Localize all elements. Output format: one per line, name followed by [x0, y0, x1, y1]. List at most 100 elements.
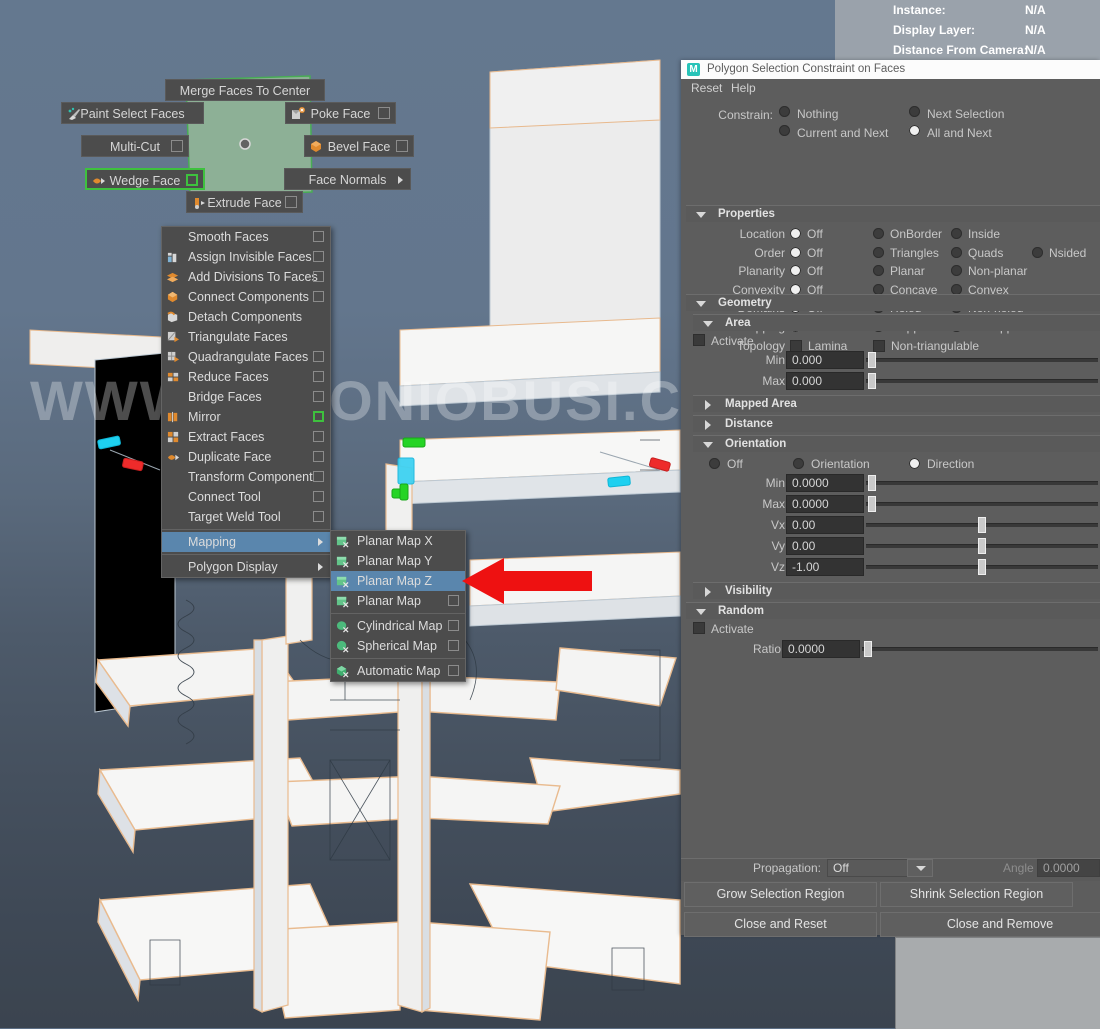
menu-item-reduce-faces[interactable]: Reduce Faces — [162, 367, 330, 387]
dialog-menu-reset[interactable]: Reset — [691, 79, 722, 98]
menu-item-mapping[interactable]: Mapping — [162, 532, 330, 552]
property-radio-onborder[interactable] — [873, 228, 884, 239]
section-properties[interactable]: Properties — [686, 205, 1100, 222]
property-radio-inside[interactable] — [951, 228, 962, 239]
dialog-button-grow-selection-region[interactable]: Grow Selection Region — [684, 882, 877, 907]
marking-menu-item-wedge-face[interactable]: Wedge Face — [85, 168, 205, 190]
slider-knob[interactable] — [864, 641, 873, 657]
menu-item-assign-invisible-faces[interactable]: Assign Invisible Faces — [162, 247, 330, 267]
chevron-down-icon[interactable] — [696, 609, 706, 615]
area-slider-max[interactable] — [866, 372, 1098, 390]
chevron-right-icon[interactable] — [705, 587, 711, 597]
slider-knob[interactable] — [868, 352, 877, 368]
mapping-submenu[interactable]: Planar Map X Planar Map Y Planar Map Z Plan… — [330, 530, 466, 682]
property-radio-planar[interactable] — [873, 265, 884, 277]
option-box-icon[interactable] — [448, 620, 459, 631]
menu-item-quadrangulate-faces[interactable]: Quadrangulate Faces — [162, 347, 330, 367]
marking-menu-item-paint-select-faces[interactable]: Paint Select Faces — [61, 102, 204, 124]
propagation-dropdown[interactable]: Off — [827, 859, 933, 877]
menu-item-duplicate-face[interactable]: Duplicate Face — [162, 447, 330, 467]
orientation-field-vx[interactable]: 0.00 — [786, 516, 864, 534]
dialog-menubar[interactable]: Reset Help — [681, 79, 1100, 98]
orientation-field-min[interactable]: 0.0000 — [786, 474, 864, 492]
option-box-icon[interactable] — [313, 471, 324, 482]
menu-item-target-weld-tool[interactable]: Target Weld Tool — [162, 507, 330, 527]
property-radio-off[interactable] — [790, 228, 801, 239]
section-geometry[interactable]: Geometry — [686, 294, 1100, 311]
orientation-field-max[interactable]: 0.0000 — [786, 495, 864, 513]
option-box-icon[interactable] — [313, 491, 324, 502]
orientation-radio-direction[interactable] — [909, 458, 920, 469]
constrain-radio-current-and-next[interactable] — [779, 125, 790, 136]
area-field-min[interactable]: 0.000 — [786, 351, 864, 369]
menu-item-mirror[interactable]: Mirror — [162, 407, 330, 427]
dialog-button-close-and-reset[interactable]: Close and Reset — [684, 912, 877, 937]
constrain-radio-next-selection[interactable] — [909, 106, 920, 117]
slider-knob[interactable] — [978, 517, 986, 533]
marking-menu-item-poke-face[interactable]: Poke Face — [285, 102, 396, 124]
option-box-icon[interactable] — [313, 411, 324, 422]
option-box-icon[interactable] — [313, 511, 324, 522]
menu-item-connect-components[interactable]: Connect Components — [162, 287, 330, 307]
submenu-item-planar-map-z[interactable]: Planar Map Z — [331, 571, 465, 591]
dialog-button-shrink-selection-region[interactable]: Shrink Selection Region — [880, 882, 1073, 907]
topology-checkbox-non-triangulable[interactable] — [873, 339, 885, 352]
orientation-slider-max[interactable] — [866, 495, 1098, 513]
orientation-slider-vz[interactable] — [866, 558, 1098, 576]
menu-item-extract-faces[interactable]: Extract Faces — [162, 427, 330, 447]
menu-item-transform-component[interactable]: Transform Component — [162, 467, 330, 487]
constrain-radio-all-and-next[interactable] — [909, 125, 920, 136]
submenu-item-planar-map-x[interactable]: Planar Map X — [331, 531, 465, 551]
dialog-button-close-and-remove[interactable]: Close and Remove — [880, 912, 1100, 937]
submenu-item-automatic-map[interactable]: Automatic Map — [331, 661, 465, 681]
option-box-icon[interactable] — [186, 174, 198, 186]
property-radio-non-planar[interactable] — [951, 265, 962, 277]
chevron-down-icon[interactable] — [696, 212, 706, 218]
orientation-slider-vx[interactable] — [866, 516, 1098, 534]
option-box-icon[interactable] — [285, 196, 297, 208]
menu-item-detach-components[interactable]: Detach Components — [162, 307, 330, 327]
slider-knob[interactable] — [978, 559, 986, 575]
property-radio-quads[interactable] — [951, 246, 962, 258]
chevron-down-icon[interactable] — [703, 321, 713, 327]
option-box-icon[interactable] — [313, 351, 324, 362]
menu-item-connect-tool[interactable]: Connect Tool — [162, 487, 330, 507]
orientation-field-vy[interactable]: 0.00 — [786, 537, 864, 555]
chevron-right-icon[interactable] — [705, 400, 711, 410]
chevron-down-icon[interactable] — [696, 301, 706, 307]
section-visibility[interactable]: Visibility — [693, 582, 1100, 599]
chevron-right-icon[interactable] — [705, 420, 711, 430]
option-box-icon[interactable] — [171, 140, 183, 152]
slider-knob[interactable] — [978, 538, 986, 554]
option-box-icon[interactable] — [448, 640, 459, 651]
marking-menu-item-face-normals[interactable]: Face Normals — [284, 168, 411, 190]
submenu-item-spherical-map[interactable]: Spherical Map — [331, 636, 465, 656]
section-orientation[interactable]: Orientation — [693, 435, 1100, 452]
orientation-radio-off[interactable] — [709, 458, 720, 469]
random-slider-ratio[interactable] — [862, 640, 1098, 658]
option-box-icon[interactable] — [378, 107, 390, 119]
area-field-max[interactable]: 0.000 — [786, 372, 864, 390]
option-box-icon[interactable] — [313, 451, 324, 462]
option-box-icon[interactable] — [396, 140, 408, 152]
section-mapped-area[interactable]: Mapped Area — [693, 395, 1100, 412]
property-radio-off[interactable] — [790, 265, 801, 277]
option-box-icon[interactable] — [313, 291, 324, 302]
orientation-slider-vy[interactable] — [866, 537, 1098, 555]
menu-item-triangulate-faces[interactable]: Triangulate Faces — [162, 327, 330, 347]
option-box-icon[interactable] — [313, 371, 324, 382]
area-activate-checkbox[interactable] — [693, 334, 705, 346]
slider-knob[interactable] — [868, 373, 877, 389]
orientation-slider-min[interactable] — [866, 474, 1098, 492]
menu-item-smooth-faces[interactable]: Smooth Faces — [162, 227, 330, 247]
option-box-icon[interactable] — [313, 271, 324, 282]
property-radio-off[interactable] — [790, 246, 801, 258]
menu-item-add-divisions-to-faces[interactable]: Add Divisions To Faces — [162, 267, 330, 287]
menu-item-bridge-faces[interactable]: Bridge Faces — [162, 387, 330, 407]
option-box-icon[interactable] — [313, 391, 324, 402]
option-box-icon[interactable] — [313, 231, 324, 242]
topology-checkbox-lamina[interactable] — [790, 339, 802, 352]
submenu-item-cylindrical-map[interactable]: Cylindrical Map — [331, 616, 465, 636]
constrain-radio-nothing[interactable] — [779, 106, 790, 117]
option-box-icon[interactable] — [313, 251, 324, 262]
